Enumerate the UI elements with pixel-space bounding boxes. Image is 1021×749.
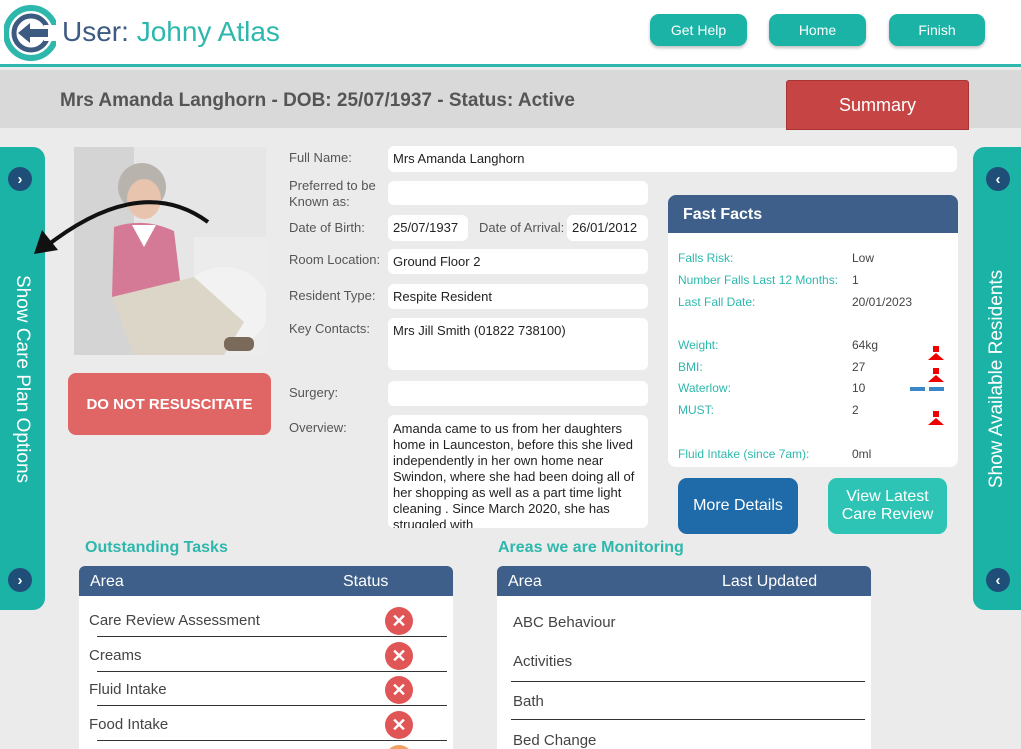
- incomplete-icon[interactable]: ✕: [385, 676, 413, 704]
- fast-fact-row: Falls Risk: Low: [678, 251, 948, 267]
- incomplete-icon[interactable]: ✕: [385, 607, 413, 635]
- arrival-field[interactable]: 26/01/2012: [567, 215, 648, 241]
- dob-label: Date of Birth:: [289, 220, 365, 235]
- row-divider: [97, 671, 447, 672]
- home-button[interactable]: Home: [769, 14, 866, 46]
- expand-left-icon[interactable]: ‹: [986, 167, 1010, 191]
- tasks-table-header: Area Status: [79, 566, 453, 596]
- fast-fact-label: BMI:: [678, 360, 703, 374]
- tasks-col-area: Area: [90, 573, 124, 590]
- monitoring-col-area: Area: [508, 573, 542, 590]
- key-contacts-field[interactable]: Mrs Jill Smith (01822 738100): [388, 318, 648, 370]
- surgery-label: Surgery:: [289, 385, 339, 400]
- summary-tab[interactable]: Summary: [786, 80, 969, 130]
- trend-up-icon: [928, 361, 944, 382]
- row-divider: [97, 636, 447, 637]
- outstanding-tasks-title: Outstanding Tasks: [85, 539, 228, 556]
- trend-up-icon: [928, 404, 944, 425]
- row-divider: [511, 681, 865, 682]
- fast-fact-value: 64kg: [852, 338, 879, 352]
- fast-fact-row: Number Falls Last 12 Months: 1: [678, 273, 948, 289]
- fast-fact-row: MUST: 2: [678, 403, 948, 425]
- fast-fact-value: 2: [852, 403, 859, 417]
- monitoring-col-updated: Last Updated: [722, 573, 818, 590]
- row-divider: [97, 740, 447, 741]
- incomplete-icon[interactable]: ✕: [385, 711, 413, 739]
- fast-fact-row: BMI: 27: [678, 360, 948, 382]
- row-divider: [511, 719, 865, 720]
- monitoring-table-header: Area Last Updated: [497, 566, 871, 596]
- get-help-button[interactable]: Get Help: [650, 14, 747, 46]
- room-field[interactable]: Ground Floor 2: [388, 249, 648, 274]
- header-divider: [0, 64, 1021, 67]
- fast-fact-label: Weight:: [678, 338, 719, 352]
- full-name-label: Full Name:: [289, 150, 352, 165]
- surgery-field[interactable]: [388, 381, 648, 406]
- table-row[interactable]: Activities: [513, 653, 572, 670]
- view-care-review-button[interactable]: View Latest Care Review: [828, 478, 947, 534]
- table-row[interactable]: Creams: [89, 647, 142, 664]
- trend-flat-icon: [910, 387, 944, 391]
- fast-fact-row: Weight: 64kg: [678, 338, 948, 360]
- more-details-button[interactable]: More Details: [678, 478, 798, 534]
- fast-fact-value: 1: [852, 273, 859, 287]
- full-name-field[interactable]: Mrs Amanda Langhorn: [388, 146, 957, 172]
- key-contacts-label: Key Contacts:: [289, 321, 370, 336]
- fast-fact-value: 20/01/2023: [852, 295, 913, 309]
- resident-type-label: Resident Type:: [289, 288, 376, 303]
- incomplete-icon[interactable]: ✕: [385, 642, 413, 670]
- fast-fact-value: 10: [852, 381, 866, 395]
- user-prefix: User:: [62, 16, 129, 47]
- app-logo-icon: [4, 5, 56, 61]
- available-residents-panel[interactable]: ‹ Show Available Residents ‹: [973, 147, 1021, 610]
- table-row[interactable]: Food Intake: [89, 716, 168, 733]
- fast-fact-value: Low: [852, 251, 875, 265]
- fast-fact-label: Fluid Intake (since 7am):: [678, 447, 810, 461]
- fast-facts-panel: Fast Facts Falls Risk: Low Number Falls …: [668, 195, 958, 467]
- overview-label: Overview:: [289, 420, 347, 435]
- preferred-name-label: Preferred to be Known as:: [289, 178, 376, 209]
- table-row[interactable]: Bed Change: [513, 732, 596, 749]
- fast-fact-label: MUST:: [678, 403, 714, 417]
- arrival-label: Date of Arrival:: [479, 220, 565, 235]
- monitoring-table: Area Last Updated ABC Behaviour Activiti…: [497, 566, 871, 749]
- dnr-badge: DO NOT RESUSCITATE: [68, 373, 271, 435]
- available-residents-label: Show Available Residents: [986, 269, 1007, 489]
- fast-fact-row: Waterlow: 10: [678, 381, 948, 397]
- expand-right-icon[interactable]: ›: [8, 568, 32, 592]
- hint-arrow-icon: [34, 200, 210, 254]
- fast-fact-label: Waterlow:: [678, 381, 731, 395]
- room-label: Room Location:: [289, 252, 381, 267]
- fast-fact-label: Last Fall Date:: [678, 295, 756, 309]
- fast-fact-value: 27: [852, 360, 866, 374]
- dob-field[interactable]: 25/07/1937: [388, 215, 468, 241]
- row-divider: [97, 705, 447, 706]
- table-row[interactable]: Fluid Intake: [89, 681, 167, 698]
- fast-facts-title: Fast Facts: [668, 195, 958, 233]
- table-row[interactable]: Bath: [513, 693, 544, 710]
- trend-up-icon: [928, 339, 944, 360]
- table-row[interactable]: ABC Behaviour: [513, 614, 616, 631]
- user-title: User: Johny Atlas: [62, 16, 280, 48]
- resident-title: Mrs Amanda Langhorn - DOB: 25/07/1937 - …: [60, 90, 575, 111]
- fast-fact-row: Fluid Intake (since 7am): 0ml: [678, 447, 948, 463]
- expand-right-icon[interactable]: ›: [8, 167, 32, 191]
- top-bar: User: Johny Atlas Get Help Home Finish: [0, 0, 1021, 66]
- user-name: Johny Atlas: [136, 16, 280, 47]
- resident-type-field[interactable]: Respite Resident: [388, 284, 648, 309]
- fast-fact-value: 0ml: [852, 447, 872, 461]
- table-row[interactable]: Care Review Assessment: [89, 612, 260, 629]
- overview-field[interactable]: Amanda came to us from her daughters hom…: [388, 415, 648, 528]
- pending-icon[interactable]: [385, 745, 413, 749]
- preferred-name-field[interactable]: [388, 181, 648, 205]
- tasks-col-status: Status: [343, 573, 389, 590]
- monitoring-title: Areas we are Monitoring: [498, 539, 684, 556]
- outstanding-tasks-table: Area Status Care Review Assessment ✕ Cre…: [79, 566, 453, 749]
- fast-fact-row: Last Fall Date: 20/01/2023: [678, 295, 948, 311]
- fast-fact-label: Falls Risk:: [678, 251, 734, 265]
- finish-button[interactable]: Finish: [889, 14, 985, 46]
- fast-fact-label: Number Falls Last 12 Months:: [678, 273, 839, 287]
- expand-left-icon[interactable]: ‹: [986, 568, 1010, 592]
- care-plan-options-label: Show Care Plan Options: [12, 274, 33, 484]
